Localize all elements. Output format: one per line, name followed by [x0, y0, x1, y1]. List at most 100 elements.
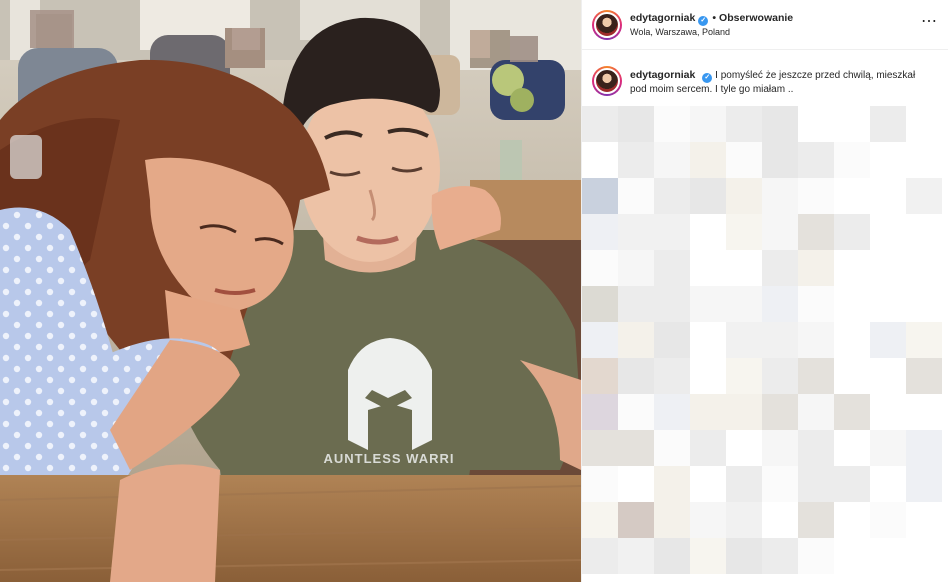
pixel-block	[906, 538, 942, 574]
pixel-block	[834, 250, 870, 286]
pixel-block	[618, 286, 654, 322]
pixel-block	[654, 466, 690, 502]
pixel-block	[690, 502, 726, 538]
pixel-block	[870, 502, 906, 538]
pixel-block	[690, 250, 726, 286]
pixel-block	[906, 142, 942, 178]
pixel-block	[690, 358, 726, 394]
pixel-block	[870, 214, 906, 250]
pixel-block	[582, 430, 618, 466]
post-caption: edytagorniak ✓ I pomyśleć że jeszcze prze…	[630, 68, 930, 97]
pixel-block	[582, 178, 618, 214]
pixel-block	[834, 286, 870, 322]
pixel-block	[906, 178, 942, 214]
pixel-block	[618, 502, 654, 538]
more-options-icon[interactable]: ⋯	[921, 14, 938, 30]
pixel-block	[798, 142, 834, 178]
pixel-block	[798, 322, 834, 358]
pixel-block	[762, 538, 798, 574]
pixel-block	[618, 466, 654, 502]
pixel-block	[690, 106, 726, 142]
pixel-block	[762, 214, 798, 250]
pixel-block	[618, 142, 654, 178]
pixel-block	[618, 250, 654, 286]
caption-verified-icon: ✓	[702, 73, 713, 83]
pixel-block	[582, 394, 618, 430]
pixel-block	[906, 322, 942, 358]
caption-username[interactable]: edytagorniak	[630, 69, 695, 81]
pixel-block	[834, 214, 870, 250]
pixel-block	[762, 106, 798, 142]
pixel-block	[726, 466, 762, 502]
pixel-block	[798, 466, 834, 502]
pixel-block	[870, 430, 906, 466]
pixel-block	[834, 322, 870, 358]
pixel-block	[906, 394, 942, 430]
pixel-block	[582, 322, 618, 358]
following-button[interactable]: Obserwowanie	[719, 12, 793, 24]
pixel-block	[798, 430, 834, 466]
pixel-block	[870, 142, 906, 178]
pixel-block	[582, 538, 618, 574]
pixel-block	[654, 502, 690, 538]
pixel-block	[906, 286, 942, 322]
pixel-block	[762, 250, 798, 286]
pixel-block	[690, 178, 726, 214]
pixel-block	[654, 142, 690, 178]
author-avatar[interactable]	[592, 10, 622, 40]
pixel-block	[798, 106, 834, 142]
pixel-block	[834, 466, 870, 502]
pixel-block	[906, 466, 942, 502]
pixel-block	[690, 214, 726, 250]
post-location[interactable]: Wola, Warszawa, Poland	[630, 27, 730, 37]
pixel-block	[798, 250, 834, 286]
post-photo[interactable]: AUNTLESS WARRI	[0, 0, 581, 582]
pixel-block	[762, 430, 798, 466]
pixel-block	[582, 106, 618, 142]
pixel-block	[798, 286, 834, 322]
pixel-block	[618, 430, 654, 466]
pixel-block	[906, 106, 942, 142]
pixel-block	[870, 286, 906, 322]
pixel-block	[690, 466, 726, 502]
pixel-block	[834, 394, 870, 430]
pixel-block	[726, 430, 762, 466]
pixel-block	[762, 466, 798, 502]
pixel-block	[834, 178, 870, 214]
pixel-block	[726, 322, 762, 358]
pixel-block	[906, 430, 942, 466]
pixel-block	[870, 178, 906, 214]
pixel-block	[618, 214, 654, 250]
shirt-print-text: AUNTLESS WARRI	[324, 451, 455, 466]
caption-avatar[interactable]	[592, 66, 622, 96]
pixel-block	[726, 106, 762, 142]
pixel-block	[726, 250, 762, 286]
post-image: AUNTLESS WARRI	[0, 0, 581, 582]
pixel-block	[762, 178, 798, 214]
pixel-block	[582, 466, 618, 502]
header-name-line: edytagorniak ✓ • Obserwowanie	[630, 12, 793, 26]
pixel-block	[582, 214, 618, 250]
pixel-block	[726, 358, 762, 394]
author-username[interactable]: edytagorniak	[630, 12, 695, 24]
pixel-block	[798, 538, 834, 574]
pixel-block	[582, 502, 618, 538]
pixel-block	[690, 394, 726, 430]
pixel-block	[798, 502, 834, 538]
pixel-block	[870, 538, 906, 574]
pixel-block	[726, 214, 762, 250]
pixel-block	[834, 142, 870, 178]
pixel-block	[798, 394, 834, 430]
pixel-block	[726, 286, 762, 322]
pixel-block	[690, 322, 726, 358]
pixel-block	[798, 214, 834, 250]
pixel-block	[834, 430, 870, 466]
pixel-block	[726, 394, 762, 430]
pixel-block	[726, 178, 762, 214]
pixel-block	[906, 502, 942, 538]
pixel-block	[762, 286, 798, 322]
pixel-block	[654, 322, 690, 358]
pixelated-comments	[582, 106, 948, 582]
pixel-block	[690, 430, 726, 466]
pixel-block	[654, 250, 690, 286]
